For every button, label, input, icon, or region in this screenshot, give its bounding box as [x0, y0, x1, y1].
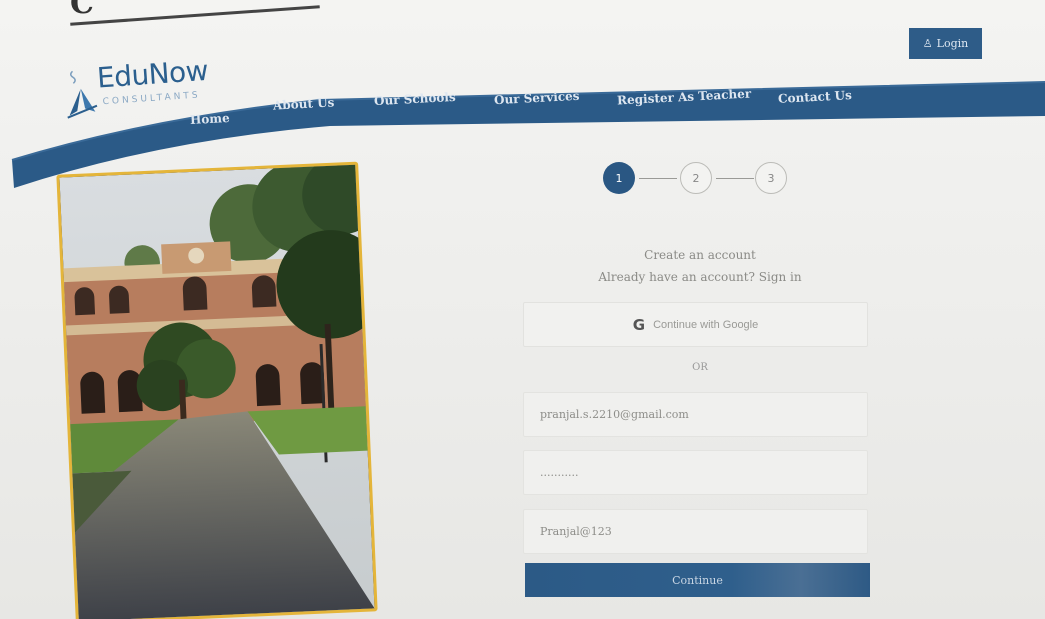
email-value: pranjal.s.2210@gmail.com — [540, 408, 689, 421]
brand-logo[interactable]: EduNow CONSULTANTS — [61, 44, 236, 136]
form-title: Create an account — [644, 248, 756, 262]
step-connector — [716, 178, 754, 179]
cropped-heading: C — [70, 0, 95, 21]
page: C Home About Us Our Schools Our Services… — [0, 0, 1045, 619]
campus-photo-image — [59, 164, 375, 619]
brand-name: EduNow — [95, 53, 210, 95]
login-button[interactable]: ♙ Login — [909, 28, 982, 59]
sign-in-link[interactable]: Already have an account? Sign in — [560, 270, 840, 284]
password-field[interactable]: ........... — [523, 450, 868, 495]
step-2[interactable]: 2 — [680, 162, 712, 194]
google-icon: G — [632, 315, 646, 334]
login-label: Login — [936, 37, 969, 50]
nav-our-schools[interactable]: Our Schools — [374, 90, 456, 108]
nav-about-us[interactable]: About Us — [273, 95, 335, 112]
signup-stepper: 1 2 3 — [603, 162, 793, 194]
nav-our-services[interactable]: Our Services — [494, 89, 580, 107]
nav-register-as-teacher[interactable]: Register As Teacher — [617, 86, 752, 107]
nav-contact-us[interactable]: Contact Us — [778, 88, 852, 106]
google-button-label: Continue with Google — [653, 318, 759, 331]
or-divider: OR — [692, 362, 708, 373]
continue-button[interactable]: Continue — [525, 563, 870, 597]
user-icon: ♙ — [922, 37, 933, 50]
confirm-password-value: Pranjal@123 — [540, 525, 612, 538]
logo-mark-icon — [67, 70, 98, 119]
confirm-password-field[interactable]: Pranjal@123 — [523, 509, 868, 554]
step-3[interactable]: 3 — [755, 162, 787, 194]
step-connector — [639, 178, 677, 179]
email-field[interactable]: pranjal.s.2210@gmail.com — [523, 392, 868, 437]
step-1[interactable]: 1 — [603, 162, 635, 194]
continue-with-google-button[interactable]: G Continue with Google — [523, 302, 868, 347]
heading-underline — [70, 5, 320, 26]
campus-photo — [56, 161, 378, 619]
password-value: ........... — [540, 466, 579, 479]
continue-label: Continue — [672, 573, 723, 587]
